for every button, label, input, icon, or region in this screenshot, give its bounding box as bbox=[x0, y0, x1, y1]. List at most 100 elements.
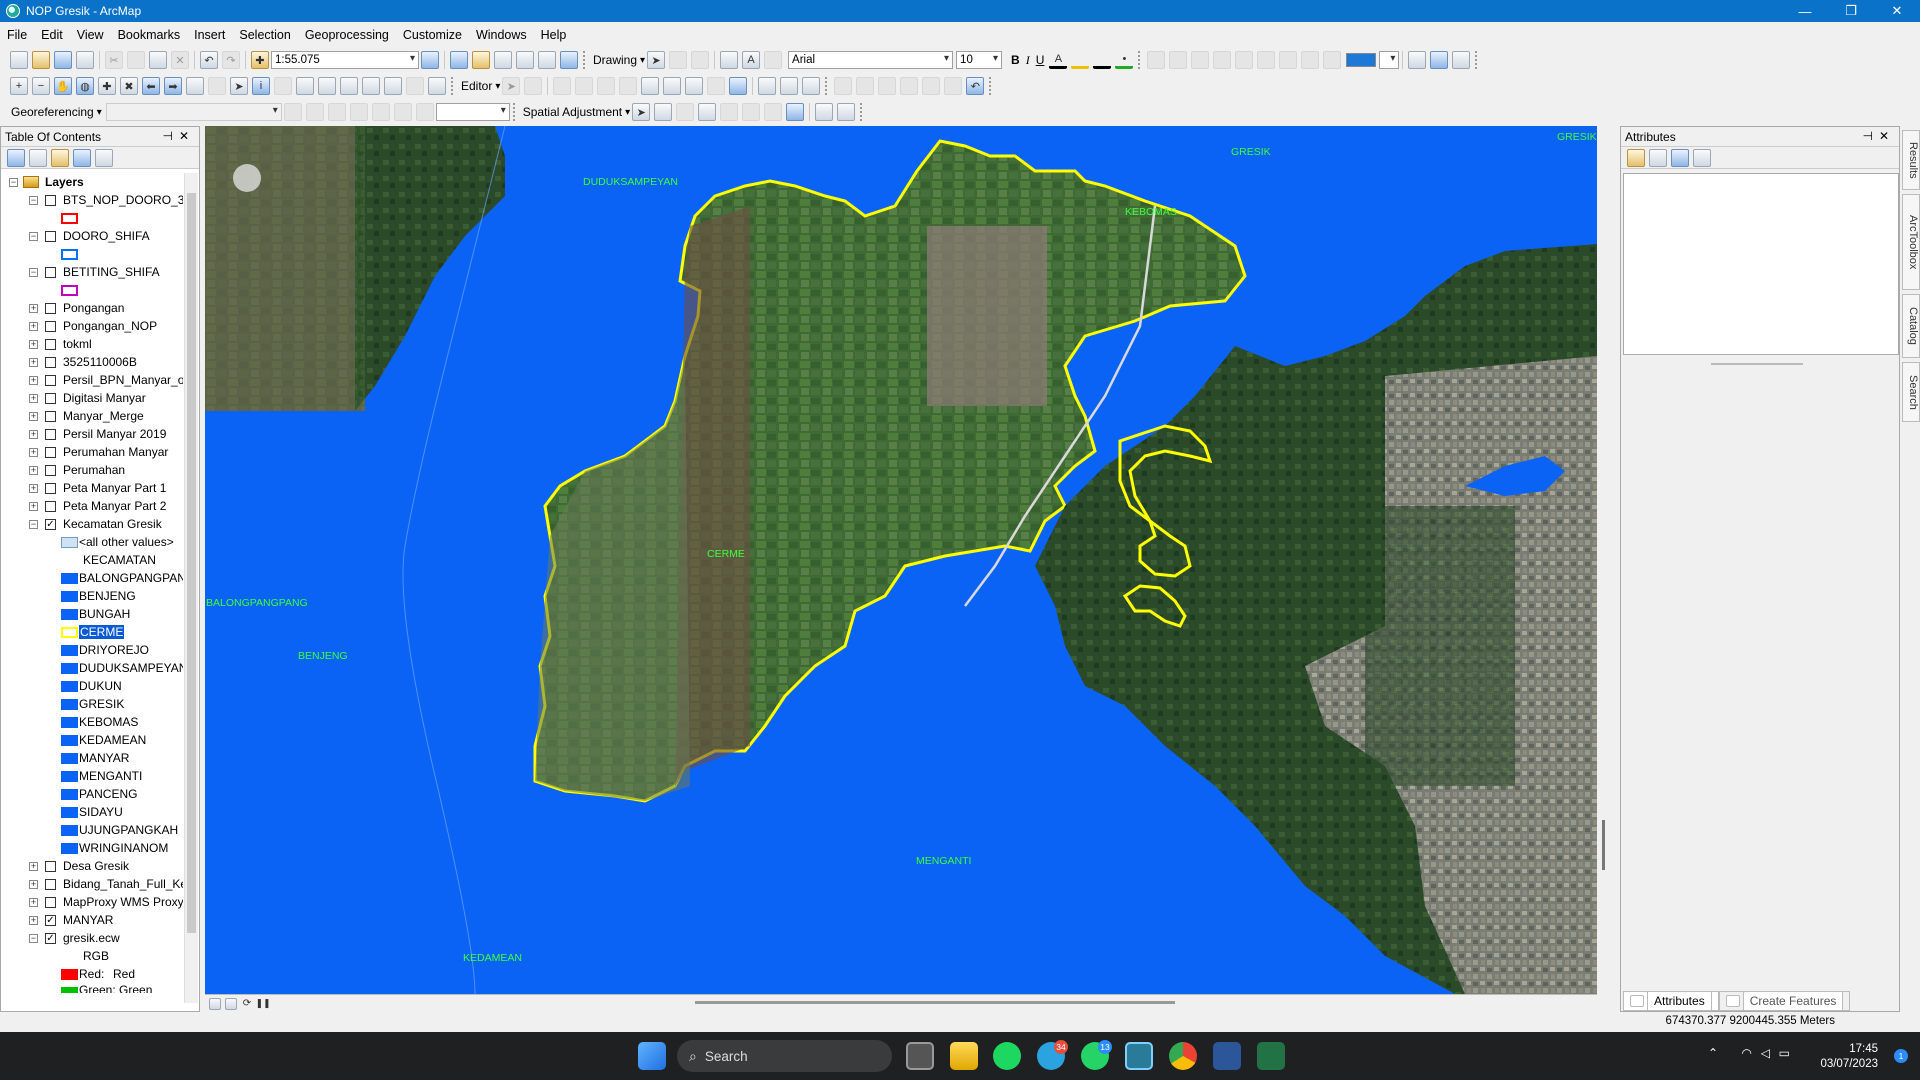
expand-icon[interactable]: + bbox=[29, 375, 38, 385]
topology-tool-6-icon[interactable] bbox=[944, 77, 963, 95]
search-tab[interactable]: Search bbox=[1902, 362, 1920, 422]
topology-tool-5-icon[interactable] bbox=[922, 77, 941, 95]
file-explorer-icon[interactable] bbox=[950, 1042, 978, 1070]
paste-icon[interactable] bbox=[149, 51, 167, 69]
edit-vertices-tool-icon[interactable] bbox=[641, 77, 660, 95]
viewer-window-icon[interactable] bbox=[428, 77, 446, 95]
attributes-close-icon[interactable]: ✕ bbox=[1879, 129, 1895, 143]
toc-layer-row[interactable]: + Perumahan Manyar bbox=[1, 443, 183, 461]
collapse-icon[interactable]: − bbox=[29, 933, 38, 943]
expand-icon[interactable]: + bbox=[29, 429, 38, 439]
toc-layer-row[interactable]: + ✓ MANYAR bbox=[1, 911, 183, 929]
end-point-arc-icon[interactable] bbox=[575, 77, 594, 95]
topology-tool-3-icon[interactable] bbox=[878, 77, 897, 95]
forward-extent-icon[interactable]: ➡ bbox=[164, 77, 182, 95]
model-builder-icon[interactable] bbox=[560, 51, 578, 69]
layer-visibility-checkbox[interactable] bbox=[45, 482, 56, 494]
swatch-dropdown[interactable] bbox=[1379, 51, 1400, 69]
toc-class-row[interactable]: GRESIK bbox=[1, 695, 183, 713]
wifi-icon[interactable]: ◠ bbox=[1742, 1046, 1752, 1060]
layer-visibility-checkbox[interactable] bbox=[45, 464, 56, 476]
data-view-toggle-icon[interactable] bbox=[209, 997, 221, 1010]
text-icon[interactable]: A bbox=[742, 51, 761, 69]
layout-tool-2-icon[interactable] bbox=[1169, 51, 1188, 69]
layer-visibility-checkbox[interactable] bbox=[45, 302, 56, 314]
toc-layer-row[interactable]: − ✓ Kecamatan Gresik bbox=[1, 515, 183, 533]
font-name-combo[interactable]: Arial bbox=[788, 51, 954, 69]
task-view-icon[interactable] bbox=[906, 1042, 934, 1070]
expand-icon[interactable]: + bbox=[29, 915, 38, 925]
find-route-icon[interactable] bbox=[362, 77, 380, 95]
sketch-properties-icon[interactable] bbox=[780, 77, 799, 95]
copy-icon[interactable] bbox=[127, 51, 145, 69]
layer-visibility-checkbox[interactable] bbox=[45, 338, 56, 350]
layout-tool-8-icon[interactable] bbox=[1301, 51, 1320, 69]
layer-visibility-checkbox[interactable] bbox=[45, 194, 56, 206]
chrome-icon[interactable] bbox=[1169, 1042, 1197, 1070]
layout-tool-6-icon[interactable] bbox=[1257, 51, 1276, 69]
georef-tool-7-icon[interactable] bbox=[415, 103, 434, 121]
map-view[interactable]: DUDUKSAMPEYAN KEBOMAS GRESIK GRESIK BALO… bbox=[205, 126, 1597, 994]
editor-toolbar-icon[interactable] bbox=[421, 51, 439, 69]
expand-icon[interactable]: + bbox=[29, 465, 38, 475]
list-by-drawing-order-icon[interactable] bbox=[7, 148, 25, 167]
topology-tool-2-icon[interactable] bbox=[856, 77, 875, 95]
list-by-source-icon[interactable] bbox=[29, 148, 47, 167]
new-limited-area-icon[interactable] bbox=[742, 103, 761, 121]
reshape-icon[interactable] bbox=[663, 77, 682, 95]
rotate-icon[interactable] bbox=[669, 51, 688, 69]
expand-icon[interactable]: + bbox=[29, 303, 38, 313]
attributes-tool-3-icon[interactable] bbox=[1671, 148, 1689, 167]
map-scale-combo[interactable]: 1:55.075 bbox=[271, 51, 419, 69]
show-hidden-icons-icon[interactable]: ⌃ bbox=[1708, 1046, 1718, 1060]
toc-class-row[interactable]: DRIYOREJO bbox=[1, 641, 183, 659]
georef-input[interactable] bbox=[435, 103, 510, 121]
back-extent-icon[interactable]: ⬅ bbox=[142, 77, 160, 95]
expand-icon[interactable]: + bbox=[29, 393, 38, 403]
toc-class-row[interactable]: <all other values> bbox=[1, 533, 183, 551]
layer-visibility-checkbox[interactable] bbox=[45, 860, 56, 872]
print-icon[interactable] bbox=[76, 51, 94, 69]
menu-edit[interactable]: Edit bbox=[34, 28, 70, 42]
attributes-icon[interactable] bbox=[758, 77, 777, 95]
layer-visibility-checkbox[interactable] bbox=[45, 320, 56, 332]
results-tab[interactable]: Results bbox=[1902, 130, 1920, 190]
edge-match-icon[interactable] bbox=[837, 103, 856, 121]
toc-class-row[interactable]: KEDAMEAN bbox=[1, 731, 183, 749]
italic-button[interactable]: I bbox=[1023, 53, 1033, 68]
toc-layer-row[interactable]: + Persil Manyar 2019 bbox=[1, 425, 183, 443]
measure-icon[interactable] bbox=[318, 77, 336, 95]
go-to-xy-icon[interactable] bbox=[384, 77, 402, 95]
cut-polygons-icon[interactable] bbox=[685, 77, 704, 95]
editor-menu[interactable]: Editor bbox=[458, 79, 495, 93]
add-data-icon[interactable]: ✚ bbox=[251, 51, 269, 69]
toc-symbol-row[interactable] bbox=[1, 209, 183, 227]
attribute-transfer-icon[interactable] bbox=[815, 103, 834, 121]
spatial-select-icon[interactable]: ➤ bbox=[632, 103, 651, 121]
word-icon[interactable] bbox=[1213, 1042, 1241, 1070]
layer-visibility-checkbox[interactable] bbox=[45, 410, 56, 422]
save-icon[interactable] bbox=[54, 51, 72, 69]
pan-icon[interactable]: ✋ bbox=[54, 77, 72, 95]
attributes-tool-1-icon[interactable] bbox=[1627, 148, 1645, 167]
toc-layer-row[interactable]: + Pongangan_NOP bbox=[1, 317, 183, 335]
toc-layer-row[interactable]: + Persil_BPN_Manyar_or bbox=[1, 371, 183, 389]
close-button[interactable]: ✕ bbox=[1874, 0, 1920, 22]
catalog-tab[interactable]: Catalog bbox=[1902, 294, 1920, 358]
spotify-icon[interactable] bbox=[993, 1042, 1021, 1070]
undo-icon[interactable]: ↶ bbox=[200, 51, 218, 69]
georef-tool-3-icon[interactable] bbox=[327, 103, 346, 121]
toc-class-row[interactable]: KEBOMAS bbox=[1, 713, 183, 731]
rectangle-icon[interactable] bbox=[720, 51, 739, 69]
search-window-icon[interactable] bbox=[494, 51, 512, 69]
menu-file[interactable]: File bbox=[0, 28, 34, 42]
attributes-options-icon[interactable] bbox=[1693, 148, 1711, 167]
layout-view-icon[interactable] bbox=[1408, 51, 1427, 69]
map-horizontal-scroll-thumb[interactable] bbox=[695, 1001, 1175, 1004]
topology-undo-icon[interactable]: ↶ bbox=[966, 77, 985, 95]
rotate-tool-icon[interactable] bbox=[729, 77, 748, 95]
expand-icon[interactable]: + bbox=[29, 357, 38, 367]
color-swatch[interactable] bbox=[1346, 53, 1377, 67]
menu-windows[interactable]: Windows bbox=[469, 28, 534, 42]
expand-icon[interactable]: + bbox=[29, 447, 38, 457]
